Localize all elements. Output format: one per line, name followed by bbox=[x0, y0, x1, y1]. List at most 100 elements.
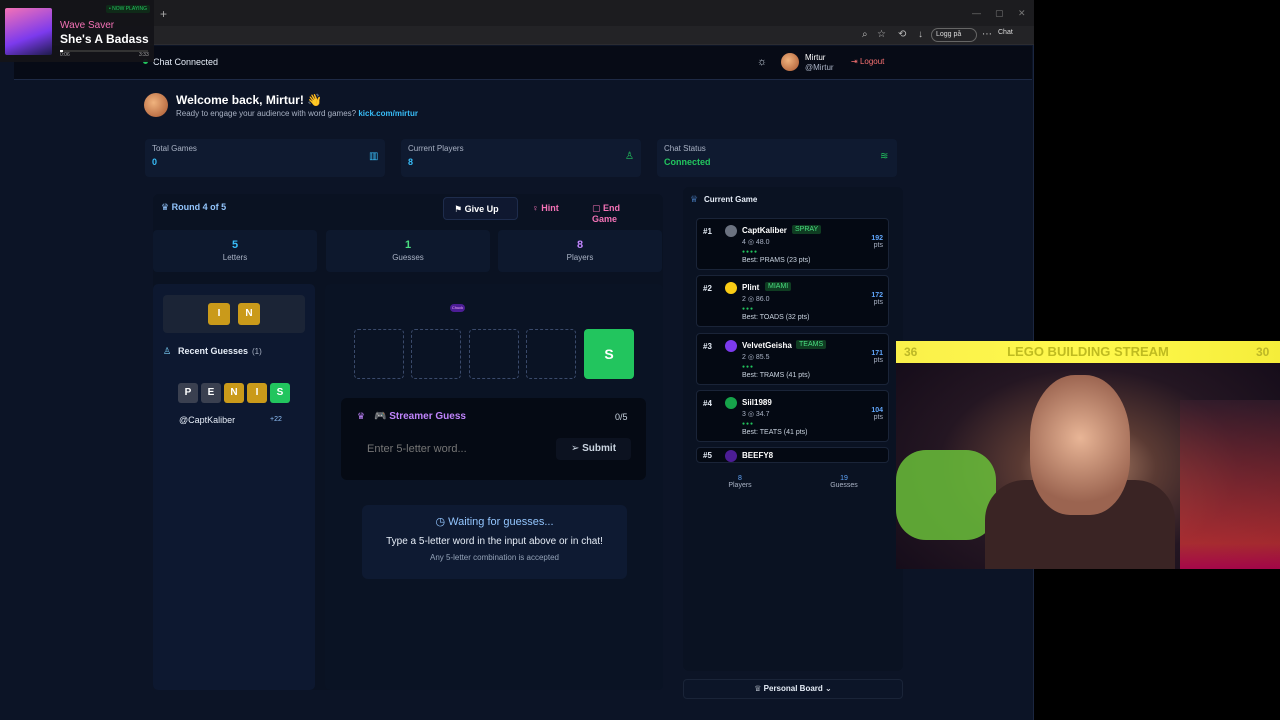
footer-guesses-label: Guesses bbox=[830, 482, 858, 489]
chevron-down-icon: ⌄ bbox=[822, 684, 832, 693]
now-playing-title: She's A Badass bbox=[60, 32, 149, 46]
maximize-icon[interactable]: ▢ bbox=[995, 8, 1004, 19]
leaderboard-best: Best: TEATS (41 pts) bbox=[742, 429, 808, 436]
logout-label: Logout bbox=[859, 57, 885, 66]
leaderboard-rank: #3 bbox=[703, 342, 712, 351]
guess-letter-tile: I bbox=[247, 383, 267, 403]
send-icon: ➢ bbox=[570, 443, 583, 454]
leaderboard-entry[interactable]: #5 BEEFY8 bbox=[696, 447, 889, 463]
browser-chat-button[interactable]: Chat bbox=[998, 29, 1013, 36]
progress-dots: ●●● bbox=[742, 421, 755, 427]
leaderboard-rank: #2 bbox=[703, 284, 712, 293]
guess-letter-tile: P bbox=[178, 383, 198, 403]
leaderboard-points: 192 pts bbox=[871, 235, 883, 249]
avatar[interactable] bbox=[781, 53, 799, 71]
header-user-handle: @Mirtur bbox=[805, 63, 834, 72]
leaderboard-name: Plint bbox=[742, 283, 760, 292]
download-icon[interactable]: ↓ bbox=[918, 29, 923, 40]
streamer-guess-title: 🎮 Streamer Guess bbox=[374, 411, 466, 422]
leaderboard-best: Best: TRAMS (41 pts) bbox=[742, 372, 810, 379]
info-card-letters: 5 Letters bbox=[153, 230, 317, 272]
end-game-button[interactable]: ▢ End Game bbox=[582, 197, 656, 224]
waiting-title: ◷ Waiting for guesses... bbox=[362, 515, 627, 528]
sun-icon[interactable]: ☼ bbox=[757, 56, 767, 68]
stat-value: Connected bbox=[664, 157, 711, 167]
minimize-icon[interactable]: — bbox=[972, 8, 981, 18]
waiting-note: Any 5-letter combination is accepted bbox=[430, 553, 559, 562]
star-icon[interactable]: ☆ bbox=[877, 29, 886, 40]
give-up-button[interactable]: ⚑ Give Up bbox=[443, 197, 518, 220]
user-icon: ♙ bbox=[625, 151, 634, 162]
leaderboard-entry[interactable]: #3 VelvetGeisha TEAMS 2 ◎ 85.5 ●●● Best:… bbox=[696, 333, 889, 385]
hint-button[interactable]: ♀ Hint bbox=[522, 197, 574, 220]
close-icon[interactable]: ✕ bbox=[1018, 8, 1026, 19]
webcam-person-head bbox=[1030, 375, 1130, 515]
stream-banner: LEGO BUILDING STREAM bbox=[896, 341, 1280, 363]
info-number: 5 bbox=[231, 239, 239, 251]
stat-card-current-players: Current Players 8 ♙ bbox=[401, 139, 641, 177]
recent-guess-word: P E N I S bbox=[178, 383, 293, 405]
leaderboard-entry[interactable]: #2 Plint MIAMI 2 ◎ 86.0 ●●● Best: TOADS … bbox=[696, 275, 889, 327]
leaderboard-best: Best: PRAMS (23 pts) bbox=[742, 257, 811, 264]
bar-chart-icon: ▥ bbox=[369, 151, 379, 162]
new-tab-button[interactable]: + bbox=[160, 7, 167, 21]
leaderboard-stats: 3 ◎ 34.7 bbox=[742, 411, 770, 418]
leaderboard-title: Current Game bbox=[704, 195, 758, 204]
personal-board-toggle[interactable]: ♕ Personal Board ⌄ bbox=[683, 679, 903, 699]
now-playing-badge: • NOW PLAYING bbox=[106, 5, 151, 13]
stop-icon: ▢ bbox=[592, 203, 604, 213]
avatar bbox=[725, 340, 737, 352]
waiting-box: ◷ Waiting for guesses... Type a 5-letter… bbox=[362, 505, 627, 579]
channel-link[interactable]: kick.com/mirtur bbox=[358, 109, 418, 118]
avatar bbox=[725, 397, 737, 409]
profile-login-pill[interactable]: Logg på bbox=[931, 28, 977, 42]
leaderboard-points: 171 pts bbox=[871, 350, 883, 364]
known-letters-box: I N bbox=[163, 295, 305, 333]
points-value: 172 bbox=[871, 292, 883, 299]
leaderboard-entry[interactable]: #4 Siil1989 3 ◎ 34.7 ●●● Best: TEATS (41… bbox=[696, 390, 889, 442]
tab-bar: + — ▢ ✕ bbox=[0, 0, 1034, 26]
flag-icon: ⚑ bbox=[454, 204, 465, 214]
banner-number-right: 30 bbox=[1256, 345, 1270, 359]
stat-label: Chat Status bbox=[664, 144, 706, 153]
logout-button[interactable]: ⇥ Logout bbox=[851, 57, 884, 66]
leaderboard-points: 104 pts bbox=[871, 407, 883, 421]
now-playing-progress bbox=[60, 50, 148, 52]
webcam-pillow bbox=[896, 450, 996, 540]
avatar bbox=[725, 282, 737, 294]
info-label: Letters bbox=[222, 253, 248, 262]
footer-players: 8 Players bbox=[720, 475, 760, 489]
webcam-background bbox=[1180, 400, 1280, 569]
leaderboard-stats: 2 ◎ 86.0 bbox=[742, 296, 770, 303]
leaderboard-rank: #1 bbox=[703, 227, 712, 236]
footer-guesses: 19 Guesses bbox=[824, 475, 864, 489]
trophy-icon: ♕ bbox=[690, 194, 699, 204]
leaderboard-name: CaptKaliber bbox=[742, 226, 787, 235]
leaderboard-entry[interactable]: #1 CaptKaliber SPRAY 4 ◎ 48.0 ●●●● Best:… bbox=[696, 218, 889, 270]
round-label-text: Round 4 of 5 bbox=[171, 202, 227, 212]
search-icon[interactable]: ⌕ bbox=[862, 29, 868, 40]
submit-label: Submit bbox=[582, 443, 617, 454]
points-value: 171 bbox=[871, 350, 883, 357]
trophy-icon: ♕ bbox=[754, 684, 764, 693]
board-cell bbox=[411, 329, 461, 379]
stat-card-chat-status: Chat Status Connected ≋ bbox=[657, 139, 897, 177]
extensions-icon[interactable]: ⟲ bbox=[898, 29, 906, 40]
leaderboard-tag: SPRAY bbox=[792, 225, 822, 234]
footer-guesses-count: 19 bbox=[840, 475, 848, 482]
logout-icon: ⇥ bbox=[851, 57, 860, 66]
avatar bbox=[725, 450, 737, 462]
points-label: pts bbox=[873, 357, 883, 364]
more-menu-icon[interactable]: ⋯ bbox=[982, 29, 992, 40]
submit-button[interactable]: ➢ Submit bbox=[556, 438, 631, 460]
footer-players-label: Players bbox=[728, 482, 752, 489]
album-art bbox=[5, 8, 52, 55]
board-cell bbox=[526, 329, 576, 379]
crown-icon: ♛ bbox=[161, 202, 172, 212]
guess-input[interactable] bbox=[355, 436, 550, 462]
board-cell bbox=[354, 329, 404, 379]
welcome-subtitle: Ready to engage your audience with word … bbox=[176, 109, 418, 118]
leaderboard-name: VelvetGeisha bbox=[742, 341, 792, 350]
banner-number-left: 36 bbox=[904, 345, 918, 359]
recent-guess-user: @CaptKaliber bbox=[179, 415, 236, 425]
